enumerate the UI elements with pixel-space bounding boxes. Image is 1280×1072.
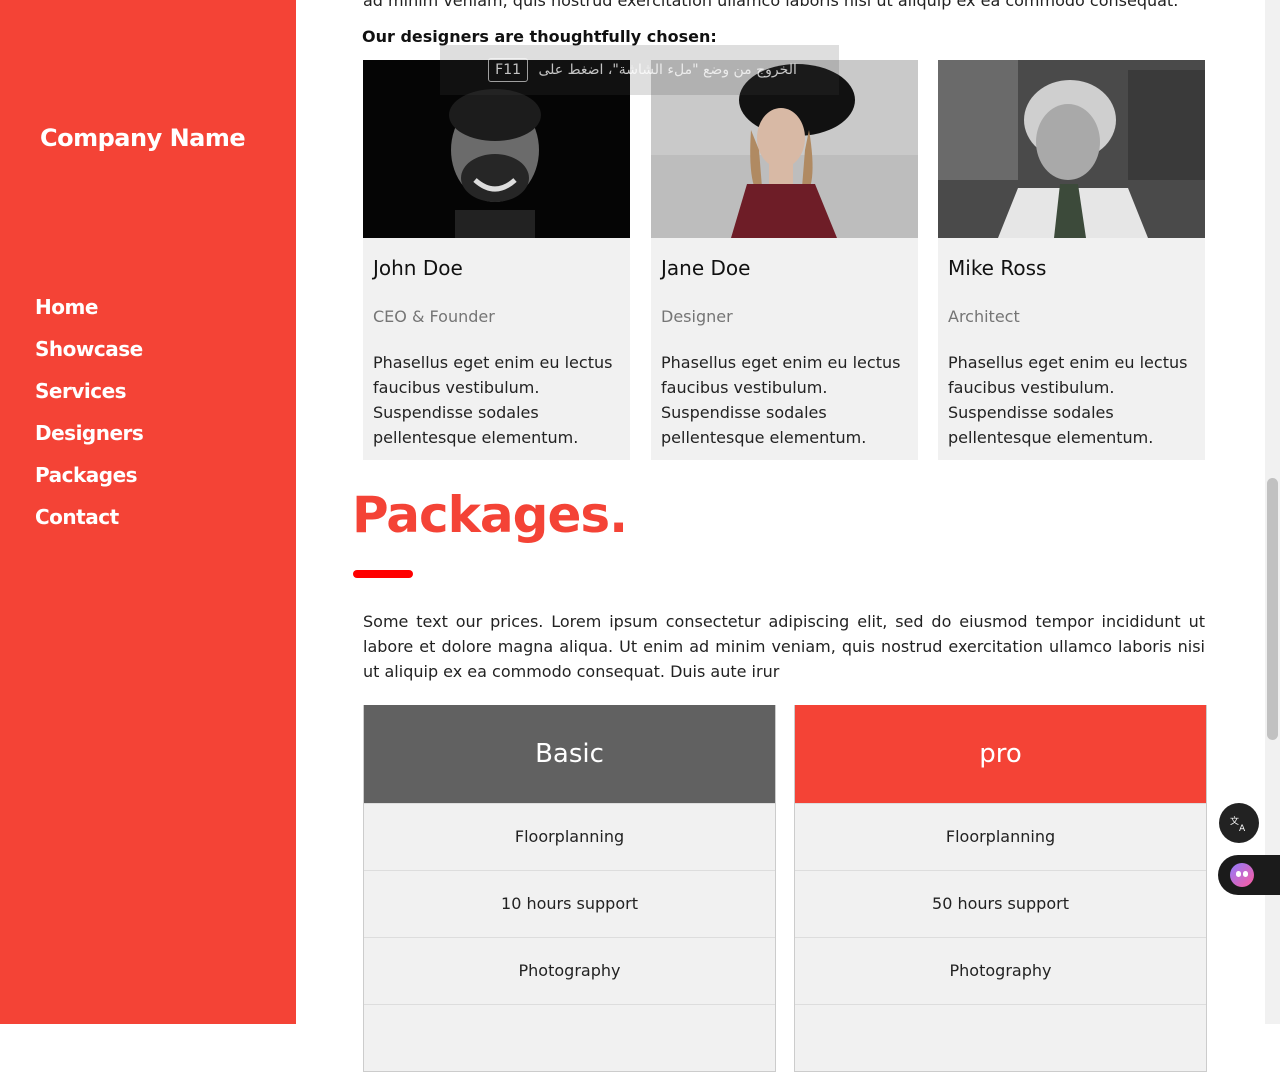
designers-text-cutoff: ad minim veniam, quis nostrud exercitati… (363, 0, 1179, 10)
designer-role: Architect (948, 307, 1020, 326)
designer-role: Designer (661, 307, 733, 326)
fullscreen-exit-toast: الخروج من وضع "ملء الشاشة"، اضغط على F11 (440, 45, 839, 95)
designer-desc: Phasellus eget enim eu lectus faucibus v… (661, 353, 901, 447)
designer-name: Jane Doe (661, 256, 751, 280)
svg-text:A: A (1239, 824, 1246, 833)
scrollbar-thumb[interactable] (1267, 478, 1278, 740)
translate-icon[interactable]: 文 A (1219, 803, 1259, 843)
title-underline (353, 570, 413, 578)
package-feature: 50 hours support (795, 870, 1206, 937)
packages-description: Some text our prices. Lorem ipsum consec… (363, 612, 1205, 681)
package-feature: 10 hours support (364, 870, 775, 937)
designers-intro: Our designers are thoughtfully chosen: (362, 27, 717, 46)
sidebar-nav: Home Showcase Services Designers Package… (35, 290, 144, 542)
nav-services[interactable]: Services (35, 374, 143, 416)
nav-designers[interactable]: Designers (35, 416, 144, 458)
package-feature: Floorplanning (795, 803, 1206, 870)
designer-name: John Doe (373, 256, 463, 280)
designer-card-john: John Doe CEO & Founder Phasellus eget en… (363, 60, 630, 460)
package-feature-partial (795, 1004, 1206, 1071)
company-name[interactable]: Company Name (40, 124, 260, 153)
designer-name: Mike Ross (948, 256, 1047, 280)
assistant-icon[interactable] (1218, 855, 1280, 895)
package-pro: pro Floorplanning 50 hours support Photo… (794, 705, 1207, 1072)
designer-role: CEO & Founder (373, 307, 495, 326)
fullscreen-toast-text: الخروج من وضع "ملء الشاشة"، اضغط على (538, 62, 797, 78)
package-basic: Basic Floorplanning 10 hours support Pho… (363, 705, 776, 1072)
package-header: Basic (364, 705, 775, 803)
designer-card-mike: Mike Ross Architect Phasellus eget enim … (938, 60, 1205, 460)
nav-packages[interactable]: Packages (35, 458, 143, 500)
package-header: pro (795, 705, 1206, 803)
package-feature: Photography (795, 937, 1206, 1004)
nav-contact[interactable]: Contact (35, 500, 143, 542)
designer-desc: Phasellus eget enim eu lectus faucibus v… (373, 353, 613, 447)
designer-photo-mike (938, 60, 1205, 238)
package-feature-partial (364, 1004, 775, 1071)
fullscreen-key-hint: F11 (488, 58, 529, 82)
designer-card-jane: Jane Doe Designer Phasellus eget enim eu… (651, 60, 918, 460)
package-feature: Photography (364, 937, 775, 1004)
sidebar: Company Name Home Showcase Services Desi… (0, 0, 296, 1024)
designer-desc: Phasellus eget enim eu lectus faucibus v… (948, 353, 1188, 447)
nav-home[interactable]: Home (35, 290, 143, 332)
package-feature: Floorplanning (364, 803, 775, 870)
svg-text:文: 文 (1230, 815, 1239, 827)
nav-showcase[interactable]: Showcase (35, 332, 143, 374)
assistant-bubble-icon (1230, 863, 1254, 887)
packages-title: Packages. (352, 486, 628, 544)
